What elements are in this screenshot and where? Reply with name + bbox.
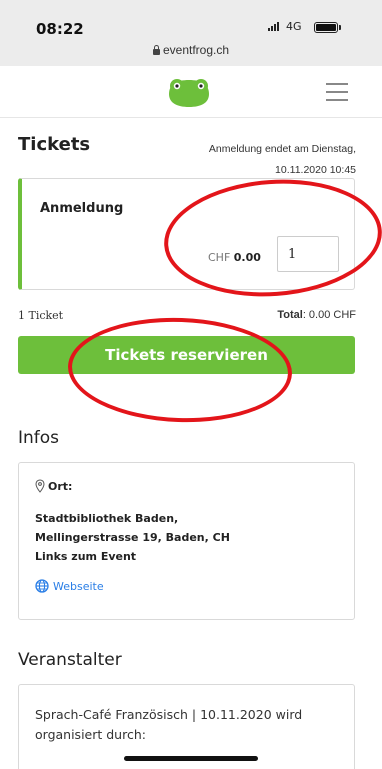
address-bar[interactable]: eventfrog.ch — [0, 43, 382, 57]
price-value: 0.00 — [233, 251, 261, 264]
globe-icon — [35, 579, 49, 593]
infos-heading: Infos — [18, 428, 60, 448]
hamburger-menu-icon[interactable] — [326, 83, 348, 101]
battery-icon — [314, 22, 338, 33]
organizer-heading: Veranstalter — [18, 650, 122, 670]
battery-tip — [339, 25, 341, 30]
home-indicator[interactable] — [124, 756, 258, 761]
registration-deadline: Anmeldung endet am Dienstag, 10.11.2020 … — [156, 139, 356, 181]
clock: 08:22 — [36, 20, 84, 38]
address-line-2: Mellingerstrasse 19, Baden, CH — [35, 531, 230, 544]
quantity-input[interactable] — [277, 236, 339, 272]
lock-icon — [152, 45, 160, 55]
place-label: Ort: — [48, 479, 73, 493]
organizer-text: Sprach-Café Französisch | 10.11.2020 wir… — [35, 707, 303, 742]
info-card: Ort: Stadtbibliothek Baden, Mellingerstr… — [18, 462, 355, 620]
website-label: Webseite — [53, 579, 104, 593]
place-row: Ort: — [35, 479, 72, 493]
reserve-tickets-button[interactable]: Tickets reservieren — [18, 336, 355, 374]
frog-logo-icon[interactable] — [165, 76, 213, 108]
venue-address: Stadtbibliothek Baden, Mellingerstrasse … — [35, 509, 230, 566]
url-text: eventfrog.ch — [162, 43, 230, 57]
website-link[interactable]: Webseite — [35, 579, 104, 593]
site-header — [0, 66, 382, 118]
status-bar: 08:22 4G eventfrog.ch — [0, 0, 382, 66]
location-pin-icon — [35, 479, 45, 493]
ticket-card: Anmeldung CHF 0.00 — [18, 178, 355, 290]
ticket-price: CHF 0.00 — [208, 251, 261, 264]
network-type: 4G — [286, 20, 302, 33]
tickets-heading: Tickets — [18, 134, 91, 155]
address-line-3: Links zum Event — [35, 550, 137, 563]
ticket-name: Anmeldung — [40, 201, 124, 216]
order-total: Total: 0.00 CHF — [277, 309, 356, 321]
total-value: : 0.00 CHF — [302, 309, 356, 321]
ticket-count: 1 Ticket — [18, 309, 64, 322]
price-currency: CHF — [208, 251, 231, 264]
total-label: Total — [277, 309, 303, 321]
address-line-1: Stadtbibliothek Baden, — [35, 512, 179, 525]
signal-icon — [268, 22, 279, 31]
deadline-line-1: Anmeldung endet am Dienstag, — [208, 143, 356, 155]
